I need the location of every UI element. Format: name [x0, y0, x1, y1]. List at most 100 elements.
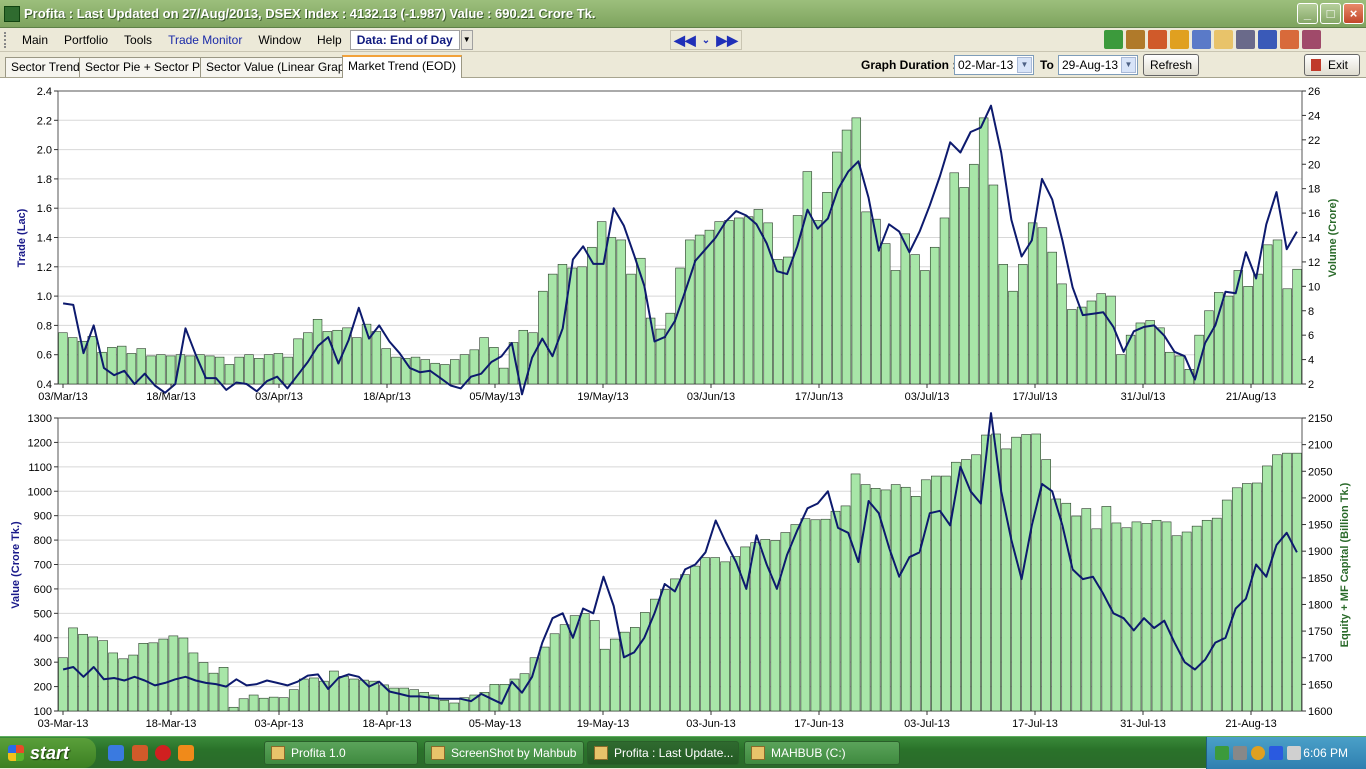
- task-screenshot[interactable]: ScreenShot by Mahbub: [424, 741, 584, 765]
- bar: [750, 542, 761, 712]
- menu-window[interactable]: Window: [250, 29, 309, 51]
- to-date-dropdown-icon[interactable]: ▼: [1121, 57, 1136, 73]
- media-icon[interactable]: [132, 745, 148, 761]
- expand-down-icon[interactable]: ⌄: [702, 35, 710, 46]
- print-icon[interactable]: [1236, 30, 1255, 49]
- opera-icon[interactable]: [155, 745, 171, 761]
- bar: [88, 636, 98, 712]
- bar: [116, 345, 127, 385]
- left-axis-title: Trade (Lac): [16, 208, 28, 267]
- menu-trade-monitor[interactable]: Trade Monitor: [160, 29, 250, 51]
- bar: [138, 643, 149, 712]
- bar: [218, 667, 229, 712]
- task-drive[interactable]: MAHBUB (C:): [744, 741, 900, 765]
- left-tick-label: 1.8: [37, 174, 52, 186]
- book-icon[interactable]: [1126, 30, 1145, 49]
- menu-portfolio[interactable]: Portfolio: [56, 29, 116, 51]
- bar: [1135, 322, 1146, 385]
- exit-button[interactable]: Exit: [1304, 54, 1360, 76]
- to-date-picker[interactable]: 29-Aug-13 ▼: [1058, 55, 1138, 75]
- network-icon[interactable]: [1215, 746, 1229, 760]
- bar: [1282, 452, 1292, 712]
- fast-forward-icon[interactable]: ▶▶: [716, 32, 738, 49]
- bar: [1171, 535, 1182, 712]
- tab-sector-value[interactable]: Sector Value (Linear Graph): [200, 57, 362, 77]
- x-tick-label: 03/Mar/13: [38, 391, 88, 403]
- edit-icon[interactable]: [1192, 30, 1211, 49]
- list-icon[interactable]: [1280, 30, 1299, 49]
- refresh-icon[interactable]: [1170, 30, 1189, 49]
- chart-icon[interactable]: [1148, 30, 1167, 49]
- menu-tools[interactable]: Tools: [116, 29, 160, 51]
- bar: [941, 475, 951, 712]
- from-date-picker[interactable]: 02-Mar-13 ▼: [954, 55, 1034, 75]
- left-tick-label: 300: [34, 657, 52, 669]
- bar: [939, 217, 950, 385]
- x-tick-label: 03/Jul/13: [905, 391, 950, 403]
- task-profita-1[interactable]: Profita 1.0: [264, 741, 418, 765]
- bar: [559, 624, 570, 712]
- bar: [616, 239, 626, 385]
- update-icon[interactable]: [1251, 746, 1265, 760]
- bar: [439, 700, 450, 712]
- x-tick-label: 05-May-13: [469, 718, 522, 730]
- task-profita-active[interactable]: Profita : Last Update...: [587, 741, 739, 765]
- tab-sector-pie[interactable]: Sector Pie + Sector PE: [79, 57, 215, 77]
- refresh-button[interactable]: Refresh: [1143, 54, 1199, 76]
- right-axis-title: Volume (Crore): [1327, 198, 1339, 277]
- bar: [1262, 465, 1272, 712]
- start-button[interactable]: start: [0, 738, 96, 768]
- bar: [399, 687, 409, 712]
- data-mode-dropdown-icon[interactable]: ▼: [460, 29, 473, 50]
- bar: [1243, 286, 1253, 385]
- data-mode-select[interactable]: Data: End of Day: [349, 29, 460, 50]
- tab-market-trend[interactable]: Market Trend (EOD): [342, 55, 463, 78]
- notebook-icon[interactable]: [1302, 30, 1321, 49]
- bar: [349, 678, 359, 712]
- bar: [234, 356, 244, 385]
- bar: [87, 336, 97, 385]
- right-tick-label: 1600: [1308, 706, 1332, 718]
- tab-sector-trend[interactable]: Sector Trend: [5, 57, 86, 77]
- maximize-button[interactable]: □: [1320, 3, 1341, 24]
- vlc-icon[interactable]: [178, 745, 194, 761]
- rewind-icon[interactable]: ◀◀: [674, 32, 696, 49]
- x-tick-label: 18-Mar-13: [146, 718, 197, 730]
- bar: [910, 254, 920, 385]
- folder-icon[interactable]: [1214, 30, 1233, 49]
- exit-icon: [1311, 59, 1321, 71]
- x-tick-label: 03-Jul-13: [904, 718, 950, 730]
- from-date-dropdown-icon[interactable]: ▼: [1017, 57, 1032, 73]
- bar: [1165, 351, 1175, 385]
- bar: [268, 696, 279, 712]
- bar: [812, 220, 822, 385]
- device-icon[interactable]: [1287, 746, 1301, 760]
- bar: [1051, 498, 1062, 712]
- bar: [1001, 448, 1011, 712]
- menu-main[interactable]: Main: [14, 29, 56, 51]
- bar: [136, 348, 146, 385]
- bar: [988, 184, 999, 385]
- right-tick-label: 10: [1308, 281, 1320, 293]
- bar: [577, 266, 587, 385]
- bar: [128, 654, 139, 712]
- ie-icon[interactable]: [108, 745, 124, 761]
- bar: [680, 574, 690, 712]
- antivirus-icon[interactable]: [1233, 746, 1247, 760]
- right-tick-label: 24: [1308, 110, 1320, 122]
- bar: [961, 459, 971, 712]
- bar: [1181, 531, 1192, 712]
- menu-help[interactable]: Help: [309, 29, 350, 51]
- minimize-button[interactable]: _: [1297, 3, 1318, 24]
- left-tick-label: 2.0: [37, 145, 52, 157]
- bar: [871, 218, 881, 385]
- download-icon[interactable]: [1104, 30, 1123, 49]
- close-button[interactable]: ×: [1343, 3, 1364, 24]
- x-tick-label: 19/May/13: [577, 391, 628, 403]
- x-tick-label: 03/Jun/13: [687, 391, 735, 403]
- bluetooth-icon[interactable]: [1269, 746, 1283, 760]
- calculator-icon[interactable]: [1258, 30, 1277, 49]
- left-tick-label: 1.6: [37, 203, 52, 215]
- left-tick-label: 400: [34, 633, 52, 645]
- bar: [254, 358, 264, 385]
